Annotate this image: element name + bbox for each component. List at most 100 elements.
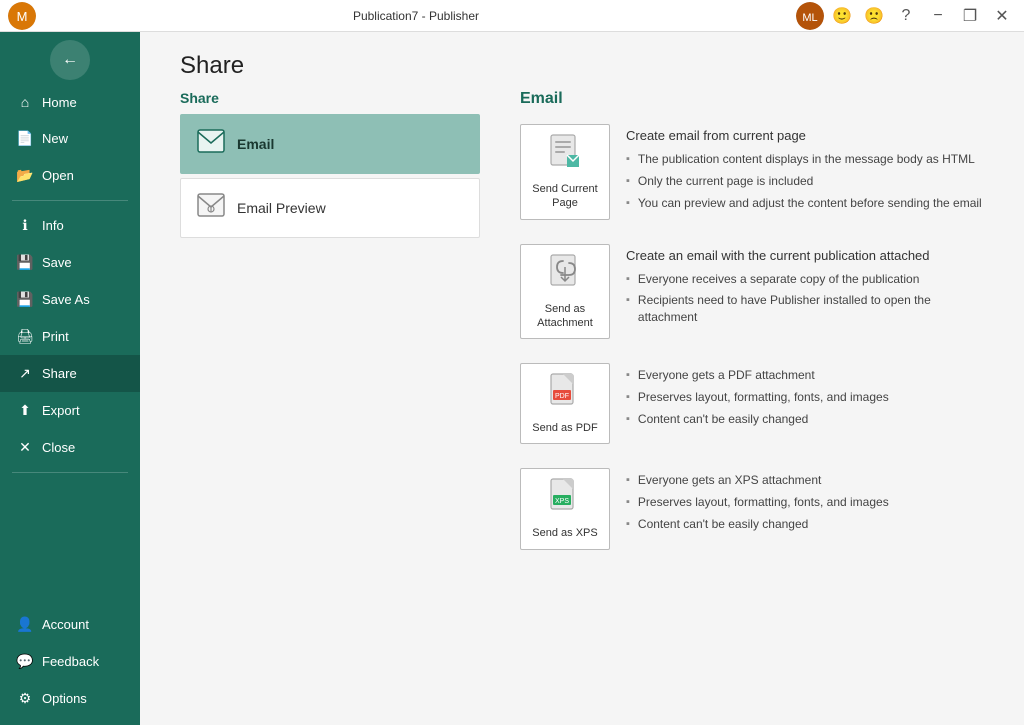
bullet-dot-6: ▪ (626, 369, 630, 381)
send-current-page-heading: Create email from current page (626, 128, 984, 143)
send-as-attachment-button[interactable]: Send asAttachment (520, 244, 610, 340)
bullet-xps-preserves: ▪ Preserves layout, formatting, fonts, a… (626, 494, 984, 511)
back-button[interactable]: ← (50, 40, 90, 80)
home-icon: ⌂ (16, 94, 34, 110)
save-as-icon: 💾 (16, 291, 34, 308)
send-current-page-desc: Create email from current page ▪ The pub… (626, 124, 984, 216)
send-as-attachment-heading: Create an email with the current publica… (626, 248, 984, 263)
app-body: ← ⌂ Home 📄 New 📂 Open ℹ Info 💾 (0, 32, 1024, 725)
bullet-xps-cant-change: ▪ Content can't be easily changed (626, 516, 984, 533)
bullet-text-4: Everyone receives a separate copy of the… (638, 271, 920, 288)
titlebar: M Publication7 - Publisher ML 🙂 🙁 ? − ❐ … (0, 0, 1024, 32)
bullet-dot-7: ▪ (626, 391, 630, 403)
share-left-panel: Share Email (180, 90, 500, 725)
bullet-dot-5: ▪ (626, 294, 630, 306)
share-option-email-preview[interactable]: Email Preview (180, 178, 480, 238)
back-icon: ← (62, 51, 78, 69)
sidebar-item-close[interactable]: ✕ Close (0, 429, 140, 466)
bullet-preview: ▪ You can preview and adjust the content… (626, 195, 984, 212)
sidebar-item-options[interactable]: ⚙ Options (0, 680, 140, 717)
sidebar-label-account: Account (42, 617, 89, 632)
sidebar-divider-1 (12, 200, 128, 201)
send-as-attachment-label: Send asAttachment (537, 302, 593, 331)
info-icon: ℹ (16, 217, 34, 234)
sidebar-label-home: Home (42, 95, 77, 110)
sidebar-item-share[interactable]: ↗ Share (0, 355, 140, 392)
sidebar-label-share: Share (42, 366, 77, 381)
sidebar-item-new[interactable]: 📄 New (0, 120, 140, 157)
sidebar-nav-mid: ℹ Info 💾 Save 💾 Save As 🖨 Print ↗ Share … (0, 207, 140, 466)
bullet-page-only: ▪ Only the current page is included (626, 173, 984, 190)
email-option-row-attachment: Send asAttachment Create an email with t… (520, 244, 984, 340)
bullet-separate-copy: ▪ Everyone receives a separate copy of t… (626, 271, 984, 288)
share-section-title: Share (180, 90, 480, 106)
minimize-button[interactable]: − (924, 2, 952, 30)
feedback-icon: 💬 (16, 653, 34, 670)
emoji-sad-icon[interactable]: 🙁 (860, 2, 888, 30)
share-right-panel: Email (500, 90, 984, 725)
sidebar-item-open[interactable]: 📂 Open (0, 157, 140, 194)
titlebar-controls: ML 🙂 🙁 ? − ❐ ✕ (796, 2, 1016, 30)
send-as-xps-button[interactable]: XPS Send as XPS (520, 468, 610, 549)
share-icon: ↗ (16, 365, 34, 382)
emoji-happy-icon[interactable]: 🙂 (828, 2, 856, 30)
save-icon: 💾 (16, 254, 34, 271)
page-header: Share (140, 32, 1024, 90)
bullet-text-11: Content can't be easily changed (638, 516, 808, 533)
bullet-text-9: Everyone gets an XPS attachment (638, 472, 821, 489)
send-as-xps-icon: XPS (547, 477, 583, 520)
bullet-dot-4: ▪ (626, 273, 630, 285)
sidebar-label-info: Info (42, 218, 64, 233)
bullet-text-10: Preserves layout, formatting, fonts, and… (638, 494, 889, 511)
sidebar: ← ⌂ Home 📄 New 📂 Open ℹ Info 💾 (0, 32, 140, 725)
sidebar-item-print[interactable]: 🖨 Print (0, 318, 140, 355)
bullet-text-7: Preserves layout, formatting, fonts, and… (638, 389, 889, 406)
bullet-publisher-required: ▪ Recipients need to have Publisher inst… (626, 292, 984, 326)
bullet-html: ▪ The publication content displays in th… (626, 151, 984, 168)
sidebar-label-close: Close (42, 440, 75, 455)
bullet-text-8: Content can't be easily changed (638, 411, 808, 428)
sidebar-item-feedback[interactable]: 💬 Feedback (0, 643, 140, 680)
share-option-email[interactable]: Email (180, 114, 480, 174)
bullet-text-3: You can preview and adjust the content b… (638, 195, 982, 212)
bullet-xps-attachment: ▪ Everyone gets an XPS attachment (626, 472, 984, 489)
bullet-dot-8: ▪ (626, 413, 630, 425)
account-icon: 👤 (16, 616, 34, 633)
send-current-page-icon (547, 133, 583, 176)
sidebar-item-save[interactable]: 💾 Save (0, 244, 140, 281)
sidebar-item-save-as[interactable]: 💾 Save As (0, 281, 140, 318)
bullet-text-6: Everyone gets a PDF attachment (638, 367, 815, 384)
new-icon: 📄 (16, 130, 34, 147)
user-avatar[interactable]: ML (796, 2, 824, 30)
bullet-text-5: Recipients need to have Publisher instal… (638, 292, 984, 326)
bullet-dot-11: ▪ (626, 518, 630, 530)
email-option-row-xps: XPS Send as XPS ▪ Everyone gets an XPS a… (520, 468, 984, 549)
export-icon: ⬆ (16, 402, 34, 419)
svg-text:PDF: PDF (555, 393, 569, 400)
sidebar-item-home[interactable]: ⌂ Home (0, 84, 140, 120)
bullet-dot-1: ▪ (626, 153, 630, 165)
help-icon[interactable]: ? (892, 2, 920, 30)
email-preview-option-icon (197, 193, 225, 223)
bullet-pdf-preserves: ▪ Preserves layout, formatting, fonts, a… (626, 389, 984, 406)
sidebar-item-export[interactable]: ⬆ Export (0, 392, 140, 429)
send-current-page-button[interactable]: Send CurrentPage (520, 124, 610, 220)
close-button[interactable]: ✕ (988, 2, 1016, 30)
bullet-dot-2: ▪ (626, 175, 630, 187)
restore-button[interactable]: ❐ (956, 2, 984, 30)
bullet-text-2: Only the current page is included (638, 173, 813, 190)
sidebar-label-options: Options (42, 691, 87, 706)
app-logo: M (8, 2, 36, 30)
email-option-row-pdf: PDF Send as PDF ▪ Everyone gets a PDF at… (520, 363, 984, 444)
sidebar-item-info[interactable]: ℹ Info (0, 207, 140, 244)
sidebar-label-save-as: Save As (42, 292, 90, 307)
sidebar-item-account[interactable]: 👤 Account (0, 606, 140, 643)
sidebar-nav-bottom: 👤 Account 💬 Feedback ⚙ Options (0, 606, 140, 725)
send-as-attachment-desc: Create an email with the current publica… (626, 244, 984, 331)
svg-text:ML: ML (802, 12, 817, 24)
send-as-pdf-button[interactable]: PDF Send as PDF (520, 363, 610, 444)
sidebar-label-feedback: Feedback (42, 654, 99, 669)
bullet-text-1: The publication content displays in the … (638, 151, 975, 168)
sidebar-label-new: New (42, 131, 68, 146)
sidebar-label-open: Open (42, 168, 74, 183)
